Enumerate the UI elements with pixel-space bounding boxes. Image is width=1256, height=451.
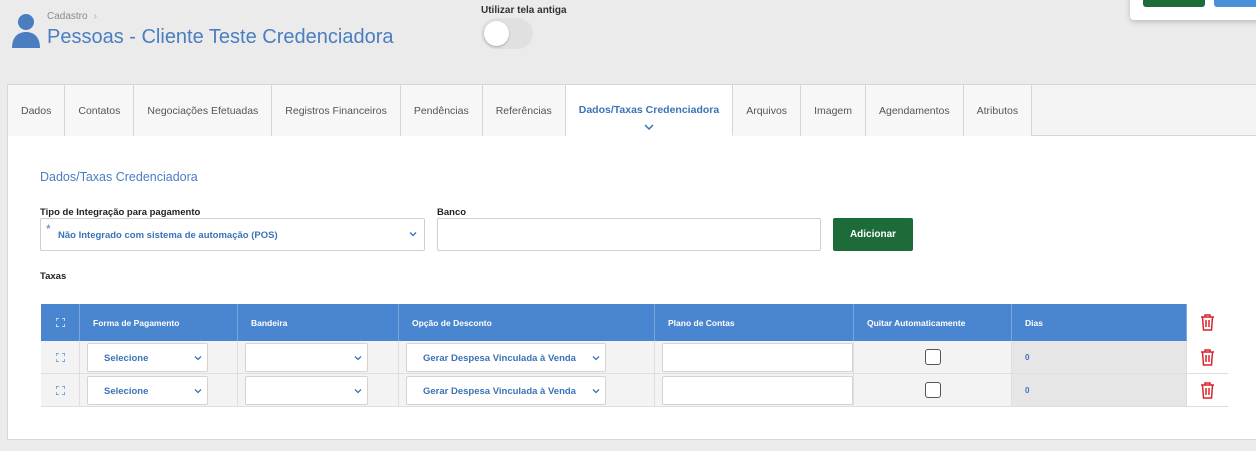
chevron-down-icon xyxy=(644,124,654,131)
old-screen-toggle[interactable] xyxy=(481,18,533,49)
tab-atributos[interactable]: Atributos xyxy=(963,85,1033,136)
save-button[interactable] xyxy=(1143,0,1205,7)
header-auto-settle: Quitar Automaticamente xyxy=(854,304,1012,341)
chevron-down-icon xyxy=(354,355,362,360)
chevron-down-icon xyxy=(409,232,417,237)
breadcrumb[interactable]: Cadastro › xyxy=(47,11,97,22)
section-title: Dados/Taxas Credenciadora xyxy=(40,170,198,184)
chevron-down-icon xyxy=(194,388,202,393)
page-title: Pessoas - Cliente Teste Credenciadora xyxy=(47,26,394,48)
tab-bar: Dados Contatos Negociações Efetuadas Reg… xyxy=(8,85,1256,136)
chevron-down-icon xyxy=(592,388,600,393)
brand-cell xyxy=(238,374,399,406)
trash-icon[interactable] xyxy=(1200,348,1215,366)
tab-arquivos[interactable]: Arquivos xyxy=(733,85,802,136)
tab-contatos[interactable]: Contatos xyxy=(65,85,135,136)
tab-dados-taxas-credenciadora[interactable]: Dados/Taxas Credenciadora xyxy=(565,85,734,136)
secondary-button[interactable] xyxy=(1214,0,1256,7)
expand-icon[interactable] xyxy=(55,352,65,362)
auto-settle-checkbox[interactable] xyxy=(924,349,941,365)
discount-option-value: Gerar Despesa Vinculada à Venda xyxy=(423,385,576,397)
tab-dados[interactable]: Dados xyxy=(8,85,66,136)
tab-label: Dados/Taxas Credenciadora xyxy=(578,104,720,116)
discount-option-value: Gerar Despesa Vinculada à Venda xyxy=(423,352,576,364)
brand-select[interactable] xyxy=(245,342,368,372)
auto-settle-cell xyxy=(854,374,1012,406)
account-plan-cell xyxy=(655,374,854,406)
expand-cell[interactable] xyxy=(41,374,80,406)
table-row: Selecione Gerar Despesa Vinculada à Vend… xyxy=(41,374,1228,407)
header-brand: Bandeira xyxy=(238,304,399,341)
days-cell: 0 xyxy=(1012,341,1187,373)
chevron-down-icon xyxy=(194,355,202,360)
account-plan-input[interactable] xyxy=(662,342,853,372)
expand-all-cell[interactable] xyxy=(41,304,80,341)
integration-type-select[interactable]: * Não Integrado com sistema de automação… xyxy=(40,218,425,251)
trash-icon[interactable] xyxy=(1200,314,1215,331)
payment-method-value: Selecione xyxy=(104,385,149,397)
chevron-down-icon xyxy=(354,388,362,393)
taxes-table: Forma de Pagamento Bandeira Opção de Des… xyxy=(41,304,1228,407)
bank-input[interactable] xyxy=(437,218,821,251)
payment-method-select[interactable]: Selecione xyxy=(87,342,208,372)
payment-method-value: Selecione xyxy=(104,352,149,364)
required-mark: * xyxy=(46,222,51,236)
expand-cell[interactable] xyxy=(41,341,80,373)
trash-icon[interactable] xyxy=(1200,381,1215,399)
expand-icon[interactable] xyxy=(55,318,65,327)
days-value[interactable]: 0 xyxy=(1025,353,1029,362)
account-plan-cell xyxy=(655,341,854,373)
tab-negociacoes[interactable]: Negociações Efetuadas xyxy=(134,85,273,136)
tab-agendamentos[interactable]: Agendamentos xyxy=(866,85,964,136)
tab-referencias[interactable]: Referências xyxy=(482,85,566,136)
brand-select[interactable] xyxy=(245,375,368,405)
tab-registros-financeiros[interactable]: Registros Financeiros xyxy=(272,85,401,136)
expand-icon[interactable] xyxy=(55,385,65,395)
integration-type-value: Não Integrado com sistema de automação (… xyxy=(58,230,278,241)
discount-option-cell: Gerar Despesa Vinculada à Venda xyxy=(399,341,655,373)
days-cell: 0 xyxy=(1012,374,1187,406)
add-button[interactable]: Adicionar xyxy=(833,218,913,251)
auto-settle-checkbox[interactable] xyxy=(924,382,941,398)
user-avatar-icon xyxy=(12,14,40,48)
taxes-label: Taxas xyxy=(40,271,67,282)
delete-all-cell[interactable] xyxy=(1187,304,1228,341)
discount-option-select[interactable]: Gerar Despesa Vinculada à Venda xyxy=(406,342,606,372)
bank-label: Banco xyxy=(437,207,467,218)
delete-cell[interactable] xyxy=(1187,341,1228,373)
chevron-down-icon xyxy=(592,355,600,360)
top-actions-popup xyxy=(1130,0,1256,20)
discount-option-cell: Gerar Despesa Vinculada à Venda xyxy=(399,374,655,406)
chevron-right-icon: › xyxy=(93,11,97,22)
days-value[interactable]: 0 xyxy=(1025,386,1029,395)
header-payment-method: Forma de Pagamento xyxy=(80,304,238,341)
discount-option-select[interactable]: Gerar Despesa Vinculada à Venda xyxy=(406,375,606,405)
account-plan-input[interactable] xyxy=(662,375,853,405)
payment-method-cell: Selecione xyxy=(80,374,238,406)
toggle-knob xyxy=(484,21,509,46)
tab-imagem[interactable]: Imagem xyxy=(801,85,866,136)
delete-cell[interactable] xyxy=(1187,374,1228,406)
tab-pendencias[interactable]: Pendências xyxy=(400,85,483,136)
auto-settle-cell xyxy=(854,341,1012,373)
content-panel: Dados Contatos Negociações Efetuadas Reg… xyxy=(7,84,1256,440)
payment-method-cell: Selecione xyxy=(80,341,238,373)
table-row: Selecione Gerar Despesa Vinculada à Vend… xyxy=(41,341,1228,374)
header-discount-option: Opção de Desconto xyxy=(399,304,655,341)
old-screen-label: Utilizar tela antiga xyxy=(481,5,567,16)
table-header: Forma de Pagamento Bandeira Opção de Des… xyxy=(41,304,1228,341)
header-account-plan: Plano de Contas xyxy=(655,304,854,341)
header-days: Dias xyxy=(1012,304,1187,341)
breadcrumb-item[interactable]: Cadastro xyxy=(47,11,88,22)
payment-method-select[interactable]: Selecione xyxy=(87,375,208,405)
integration-type-label: Tipo de Integração para pagamento xyxy=(40,207,201,218)
brand-cell xyxy=(238,341,399,373)
